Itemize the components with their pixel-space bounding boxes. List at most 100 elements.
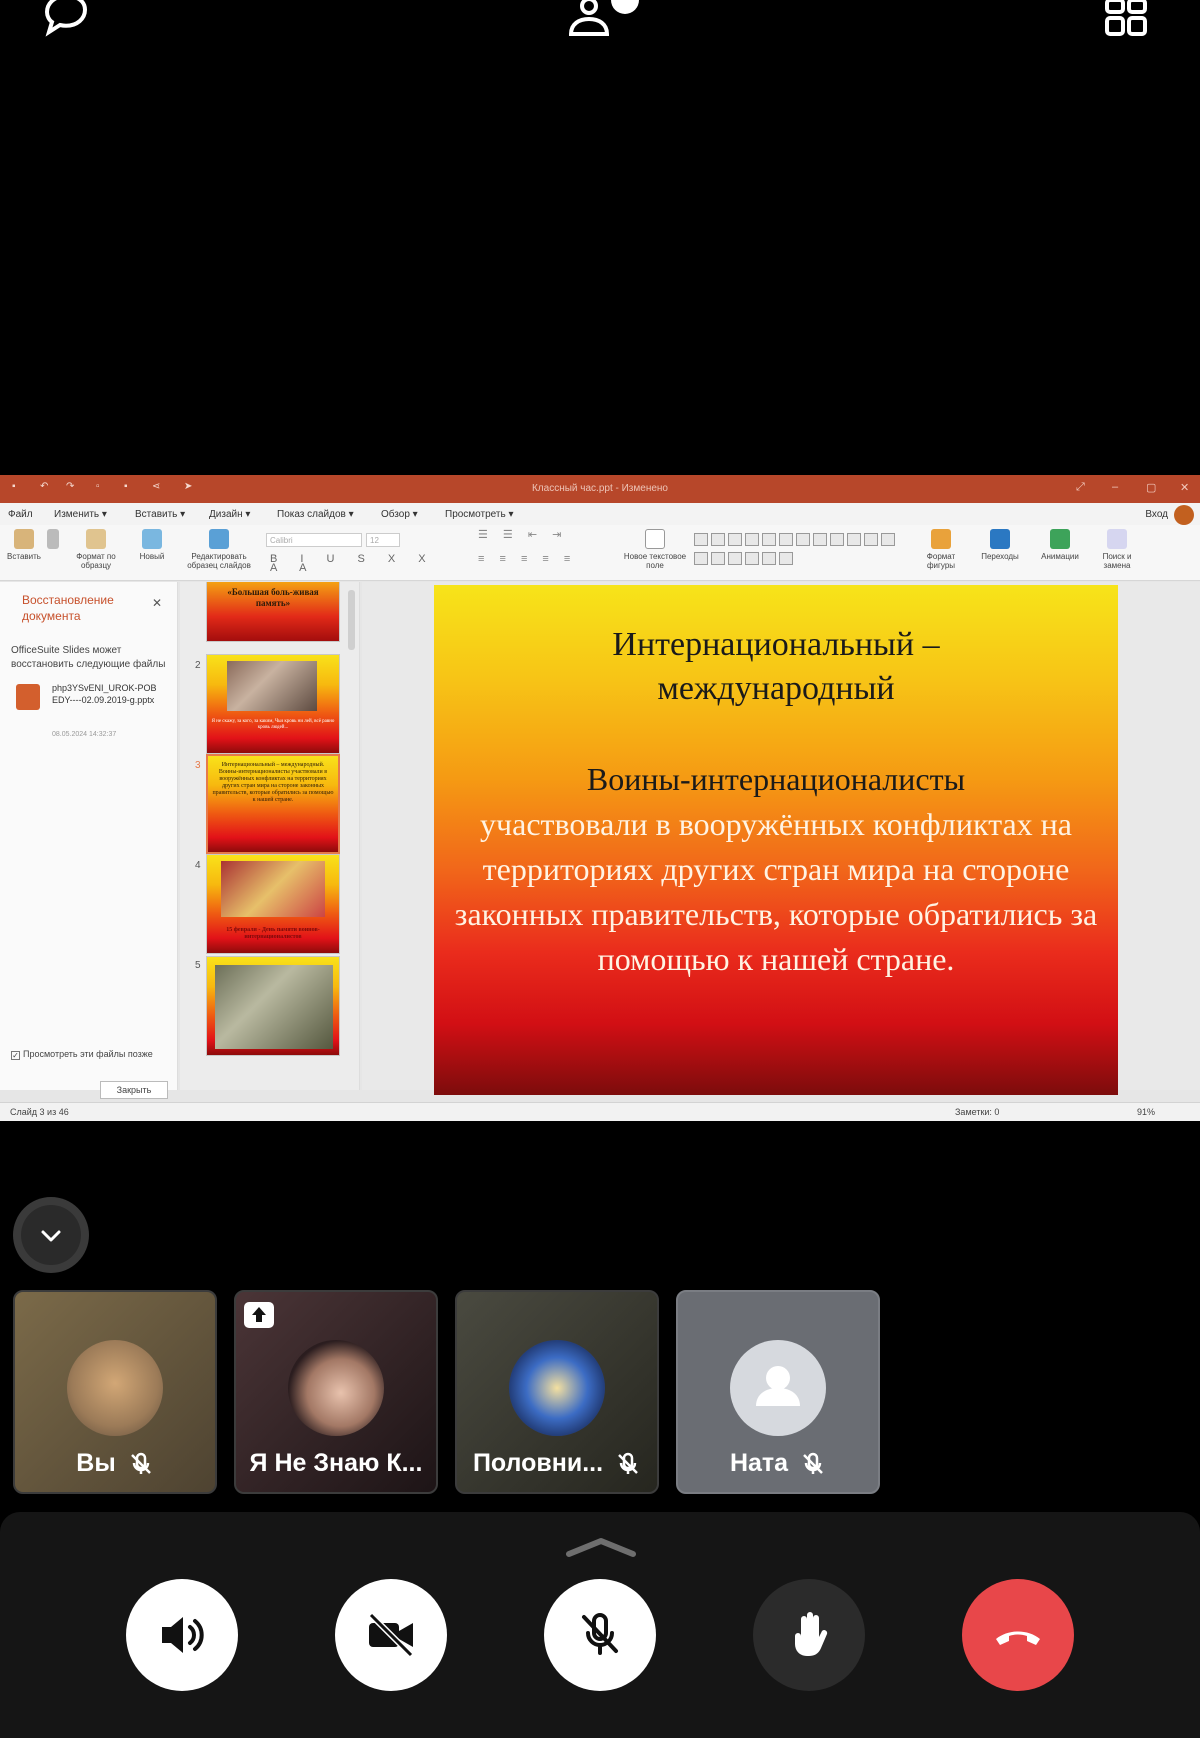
- font-name-select[interactable]: Calibri: [266, 533, 362, 547]
- thumbnail-slide-4[interactable]: 15 февраля - День памяти воинов-интернац…: [206, 854, 340, 954]
- scissors-icon: [47, 529, 59, 549]
- window-title: Классный час.ppt - Изменено: [531, 483, 668, 494]
- recovery-description: OfficeSuite Slides может восстановить сл…: [11, 645, 166, 670]
- minimize-icon[interactable]: –: [1112, 481, 1118, 493]
- notes-toggle[interactable]: Заметки: 0: [955, 1107, 999, 1117]
- grid-view-icon[interactable]: [1105, 0, 1165, 44]
- edit-master-button[interactable]: Редактировать образец слайдов: [182, 529, 256, 570]
- slide-title[interactable]: Интернациональный – международный: [434, 623, 1118, 711]
- participant-name: Половни...: [472, 1449, 604, 1477]
- screen-share-icon: [244, 1302, 274, 1328]
- cut-button[interactable]: [46, 529, 60, 552]
- close-icon[interactable]: ✕: [1180, 481, 1189, 494]
- slide-body-first-line: Воины-интернационалисты: [586, 761, 966, 797]
- thumbnail-slide-5[interactable]: [206, 956, 340, 1056]
- camera-toggle-button[interactable]: [335, 1579, 447, 1691]
- menu-review[interactable]: Обзор ▾: [381, 509, 418, 520]
- app-titlebar: ▪ ↶ ↷ ▫ ▪ ⋖ ➤ Классный час.ppt - Изменен…: [0, 475, 1200, 503]
- login-link[interactable]: Вход: [1145, 509, 1168, 520]
- avatar: [509, 1340, 605, 1436]
- menu-file[interactable]: Файл: [8, 509, 33, 520]
- chevron-up-icon[interactable]: [565, 1536, 637, 1558]
- chat-icon[interactable]: [36, 0, 96, 44]
- hang-up-icon: [996, 1631, 1040, 1645]
- participant-name: Я Не Знаю К...: [249, 1449, 423, 1477]
- close-button[interactable]: Закрыть: [100, 1081, 168, 1099]
- view-later-checkbox[interactable]: ✓ Просмотреть эти файлы позже: [11, 1049, 153, 1060]
- participant-tile-3[interactable]: Половни...: [455, 1290, 659, 1494]
- user-avatar[interactable]: [1174, 505, 1194, 525]
- participants-icon[interactable]: [565, 0, 639, 44]
- participant-tile-4[interactable]: Ната: [676, 1290, 880, 1494]
- avatar: [288, 1340, 384, 1436]
- new-slide-button[interactable]: Новый: [134, 529, 170, 561]
- avatar: [730, 1340, 826, 1436]
- format-painter-button[interactable]: Формат по образцу: [68, 529, 124, 570]
- thumbnail-number: 2: [195, 660, 201, 671]
- magnifier-icon: [1107, 529, 1127, 549]
- menu-bar: Файл Изменить ▾ Вставить ▾ Дизайн ▾ Пока…: [0, 503, 1200, 525]
- menu-insert[interactable]: Вставить ▾: [135, 509, 185, 520]
- menu-view[interactable]: Просмотреть ▾: [445, 509, 514, 520]
- raise-hand-button[interactable]: [753, 1579, 865, 1691]
- brush-icon: [86, 529, 106, 549]
- transitions-button[interactable]: Переходы: [974, 529, 1026, 561]
- recovery-file-date: 08.05.2024 14:32:37: [52, 731, 117, 738]
- mic-off-icon: [618, 1452, 638, 1474]
- thumbnail-slide-3-selected[interactable]: Интернациональный – международный. Воины…: [206, 754, 340, 854]
- thumbnail-photo: [221, 861, 325, 917]
- speaker-icon: [162, 1617, 204, 1653]
- fullscreen-icon[interactable]: ⤢: [1076, 481, 1085, 494]
- maximize-icon[interactable]: ▢: [1146, 481, 1156, 494]
- thumbnail-photo: [227, 661, 317, 711]
- current-slide[interactable]: Интернациональный – международный Воины-…: [434, 585, 1118, 1095]
- paste-button[interactable]: Вставить: [4, 529, 44, 561]
- menu-edit[interactable]: Изменить ▾: [54, 509, 107, 520]
- animations-button[interactable]: Анимации: [1034, 529, 1086, 561]
- menu-design[interactable]: Дизайн ▾: [209, 509, 250, 520]
- collapse-button[interactable]: [13, 1197, 89, 1273]
- microphone-toggle-button[interactable]: [544, 1579, 656, 1691]
- thumbnail-number: 4: [195, 860, 201, 871]
- font-size-select[interactable]: 12: [366, 533, 400, 547]
- pptx-file-icon[interactable]: [16, 684, 40, 710]
- shape-format-button[interactable]: Формат фигуры: [916, 529, 966, 570]
- find-replace-button[interactable]: Поиск и замена: [1094, 529, 1140, 570]
- slide-body-rest: участвовали в вооружённых конфликтах на …: [454, 806, 1098, 977]
- mic-off-icon: [803, 1452, 823, 1474]
- zoom-level[interactable]: 91%: [1137, 1107, 1155, 1117]
- slide-thumbnails[interactable]: «Большая боль-живая память» 2 Я не скажу…: [180, 582, 360, 1090]
- thumbnail-number: 3: [195, 760, 201, 771]
- thumbnail-number: 5: [195, 960, 201, 971]
- star-icon: [1050, 529, 1070, 549]
- thumbnail-slide-2[interactable]: Я не скажу, за кого, за каким, Чьи кровь…: [206, 654, 340, 754]
- recovery-title: Восстановление документа: [22, 593, 114, 623]
- speaker-button[interactable]: [126, 1579, 238, 1691]
- participant-tile-you[interactable]: Вы: [13, 1290, 217, 1494]
- status-bar: Слайд 3 из 46 Заметки: 0 91%: [0, 1102, 1200, 1121]
- thumbnail-scrollbar[interactable]: [348, 590, 355, 650]
- chevron-down-icon: [41, 1230, 61, 1242]
- mic-off-icon: [130, 1452, 151, 1474]
- camera-off-icon: [368, 1612, 414, 1658]
- new-textbox-button[interactable]: Новое текстовое поле: [620, 529, 690, 570]
- align-buttons[interactable]: ≡ ≡ ≡ ≡ ≡: [478, 554, 598, 565]
- recovery-file-name[interactable]: php3YSvENI_UROK-POBEDY----02.09.2019-g.p…: [52, 682, 162, 706]
- slide-counter: Слайд 3 из 46: [10, 1107, 69, 1117]
- thumbnail-slide-1[interactable]: «Большая боль-живая память»: [206, 582, 340, 642]
- person-icon: [756, 1366, 800, 1406]
- shapes-gallery[interactable]: [694, 533, 904, 571]
- font-style-buttons[interactable]: B I U S X X A A: [270, 554, 450, 574]
- participant-name: Вы: [76, 1449, 116, 1477]
- textbox-icon: [645, 529, 665, 549]
- paste-icon: [14, 529, 34, 549]
- slide-body[interactable]: Воины-интернационалисты участвовали в во…: [444, 757, 1108, 982]
- list-buttons[interactable]: ☰ ☰ ⇤ ⇥: [478, 530, 598, 541]
- end-call-button[interactable]: [962, 1579, 1074, 1691]
- mic-off-icon: [582, 1612, 618, 1655]
- menu-slideshow[interactable]: Показ слайдов ▾: [277, 509, 354, 520]
- slide-canvas[interactable]: Интернациональный – международный Воины-…: [362, 582, 1200, 1095]
- participant-name: Ната: [729, 1449, 789, 1477]
- close-icon[interactable]: ✕: [152, 596, 162, 610]
- participant-tile-2[interactable]: Я Не Знаю К...: [234, 1290, 438, 1494]
